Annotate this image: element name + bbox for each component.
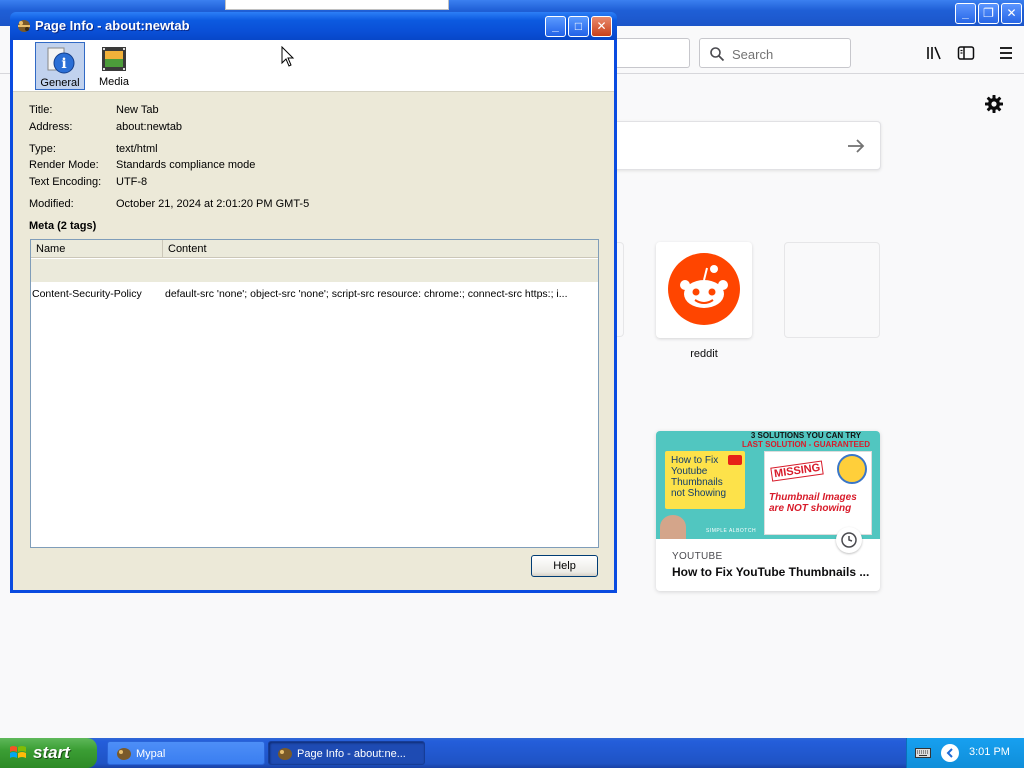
help-button[interactable]: Help [531,555,598,577]
dialog-titlebar[interactable]: Page Info - about:newtab _ □ ✕ [10,12,617,40]
arrow-right-icon[interactable] [846,137,866,155]
dialog-maximize-button[interactable]: □ [568,16,589,37]
search-icon [710,47,725,62]
tab-media[interactable]: Media [89,42,139,90]
browser-close-button[interactable]: ✕ [1001,3,1022,24]
library-icon[interactable] [925,44,943,62]
type-label: Type: [29,143,56,155]
tab-strip-remnant [225,0,449,10]
system-tray: 3:01 PM [906,738,1024,768]
tab-general-label: General [40,77,80,89]
highlight-card[interactable]: 3 SOLUTIONS YOU CAN TRY LAST SOLUTION - … [656,431,880,591]
taskbar-item-label: Mypal [136,748,166,760]
thumbnail-banner-top: 3 SOLUTIONS YOU CAN TRY [750,431,862,440]
browser-restore-button[interactable]: ❐ [978,3,999,24]
topsite-tile-empty[interactable] [784,242,880,338]
tray-expand-icon[interactable] [941,744,959,762]
dialog-tabstrip: i General Media [13,40,614,92]
keyboard-icon[interactable] [915,748,931,758]
app-icon [18,20,30,32]
sidebar-icon[interactable] [957,44,975,62]
start-label: start [33,743,70,762]
meta-heading: Meta (2 tags) [29,220,97,232]
svg-text:i: i [61,56,66,72]
taskbar-item-page-info[interactable]: Page Info - about:ne... [268,741,425,765]
start-button[interactable]: start [0,738,97,768]
render-mode-value: Standards compliance mode [116,159,256,171]
tab-media-label: Media [99,76,129,88]
modified-value: October 21, 2024 at 2:01:20 PM GMT-5 [116,198,310,210]
mypal-app-icon [117,748,131,760]
thumbnail-red-text: Thumbnail Images are NOT showing [769,492,857,514]
reddit-logo-icon [668,253,740,325]
taskbar-clock[interactable]: 3:01 PM [969,746,1010,758]
taskbar-item-label: Page Info - about:ne... [297,748,406,760]
shocked-emoji-icon [837,454,867,484]
page-info-dialog: Page Info - about:newtab _ □ ✕ i General [10,12,617,593]
newtab-search-box[interactable] [600,121,881,170]
hamburger-menu-icon[interactable] [997,44,1015,62]
modified-label: Modified: [29,198,74,210]
browser-minimize-button[interactable]: _ [955,3,976,24]
thumbnail-yellow-text: How to Fix Youtube Thumbnails not Showin… [671,455,727,499]
thumbnail-person-image [660,515,686,539]
meta-table-header: Name Content [31,240,598,258]
search-box[interactable]: Search [699,38,851,68]
taskbar-item-mypal[interactable]: Mypal [107,741,265,765]
media-icon [102,47,126,71]
title-label: Title: [29,104,53,116]
table-row[interactable]: Content-Security-Policy default-src 'non… [31,283,598,305]
youtube-icon [728,455,742,465]
gear-icon[interactable] [984,94,1004,114]
clock-icon [836,527,862,553]
dialog-title: Page Info - about:newtab [35,18,190,33]
highlight-source: YOUTUBE [672,551,723,562]
thumbnail-yellow-box: How to Fix Youtube Thumbnails not Showin… [665,451,745,509]
meta-content-cell: default-src 'none'; object-src 'none'; s… [165,288,568,300]
address-label: Address: [29,121,73,133]
title-value: New Tab [116,104,159,116]
dialog-body: i General Media Title: New Tab Address: … [13,40,614,590]
topsite-label: reddit [690,348,718,360]
address-value: about:newtab [116,121,183,133]
dialog-minimize-button[interactable]: _ [545,16,566,37]
dialog-close-button[interactable]: ✕ [591,16,612,37]
mouse-cursor-icon [281,46,295,67]
meta-table[interactable]: Name Content Content-Security-Policy def… [30,239,599,548]
column-header-name[interactable]: Name [31,240,163,258]
topsite-tile-reddit[interactable] [656,242,752,338]
thumbnail-inner-card: MISSING Thumbnail Images are NOT showing [764,451,872,535]
mypal-app-icon [278,748,292,760]
tab-general[interactable]: i General [35,42,85,90]
text-encoding-value: UTF-8 [116,176,148,188]
meta-name-cell: Content-Security-Policy [32,288,142,300]
thumbnail-caption: SIMPLE ALBOTCH [706,528,757,534]
render-mode-label: Render Mode: [29,159,99,171]
type-value: text/html [116,143,158,155]
thumbnail-banner-bottom: LAST SOLUTION - GUARANTEED [742,440,870,449]
search-placeholder: Search [732,47,774,62]
taskbar: start Mypal Page Info - about:ne... 3:01… [0,738,1024,768]
thumbnail-banner: 3 SOLUTIONS YOU CAN TRY LAST SOLUTION - … [732,431,880,449]
thumbnail-missing-label: MISSING [770,460,825,482]
table-row[interactable] [31,259,598,282]
text-encoding-label: Text Encoding: [29,176,102,188]
highlight-title[interactable]: How to Fix YouTube Thumbnails ... [672,565,872,579]
column-header-content[interactable]: Content [163,240,598,258]
info-icon: i [47,47,75,74]
windows-logo-icon [10,746,26,758]
highlight-thumbnail: 3 SOLUTIONS YOU CAN TRY LAST SOLUTION - … [656,431,880,539]
